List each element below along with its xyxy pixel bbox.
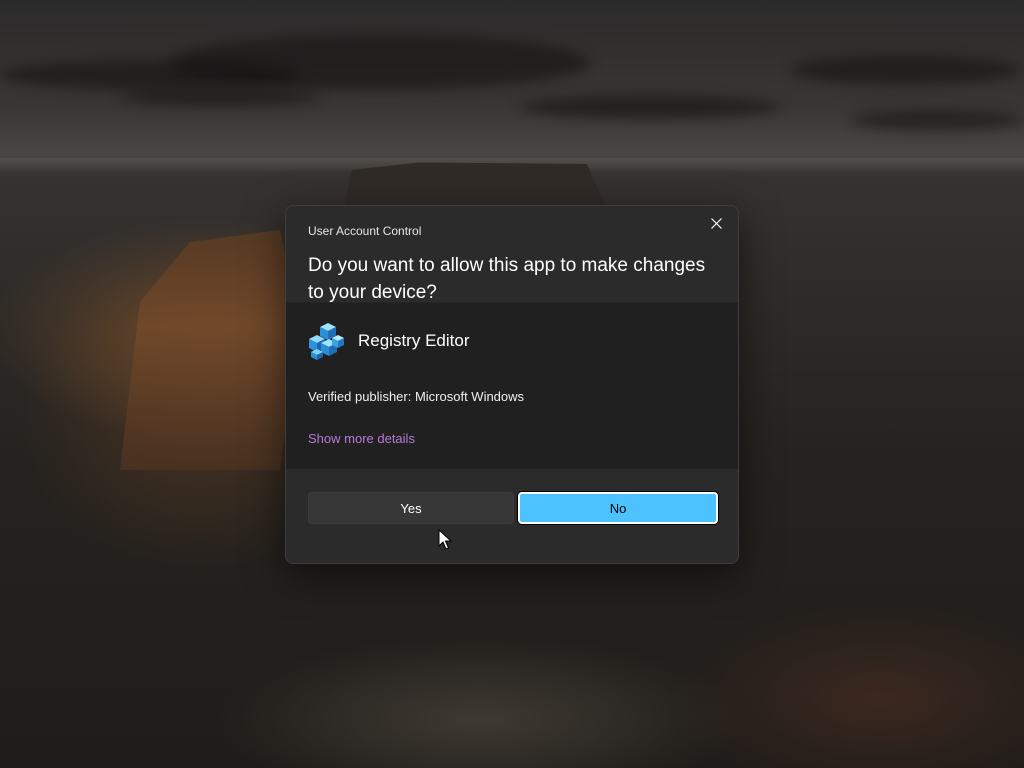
uac-dialog: User Account Control Do you want to allo… <box>285 205 739 564</box>
show-more-details-link[interactable]: Show more details <box>308 431 415 446</box>
dialog-question: Do you want to allow this app to make ch… <box>308 255 706 303</box>
no-button[interactable]: No <box>518 492 718 524</box>
close-button[interactable] <box>700 210 732 236</box>
app-name: Registry Editor <box>358 331 470 350</box>
dialog-title: User Account Control <box>308 224 422 238</box>
mouse-pointer-icon <box>438 529 452 550</box>
publisher-text: Verified publisher: Microsoft Windows <box>308 389 525 404</box>
close-icon <box>710 217 722 229</box>
dialog-footer: Yes No <box>286 469 738 563</box>
registry-editor-icon <box>309 323 344 360</box>
dialog-header: User Account Control Do you want to allo… <box>286 206 738 303</box>
dialog-body: Registry Editor Verified publisher: Micr… <box>286 302 738 469</box>
yes-button[interactable]: Yes <box>308 492 514 524</box>
app-info: Registry Editor <box>308 321 716 361</box>
